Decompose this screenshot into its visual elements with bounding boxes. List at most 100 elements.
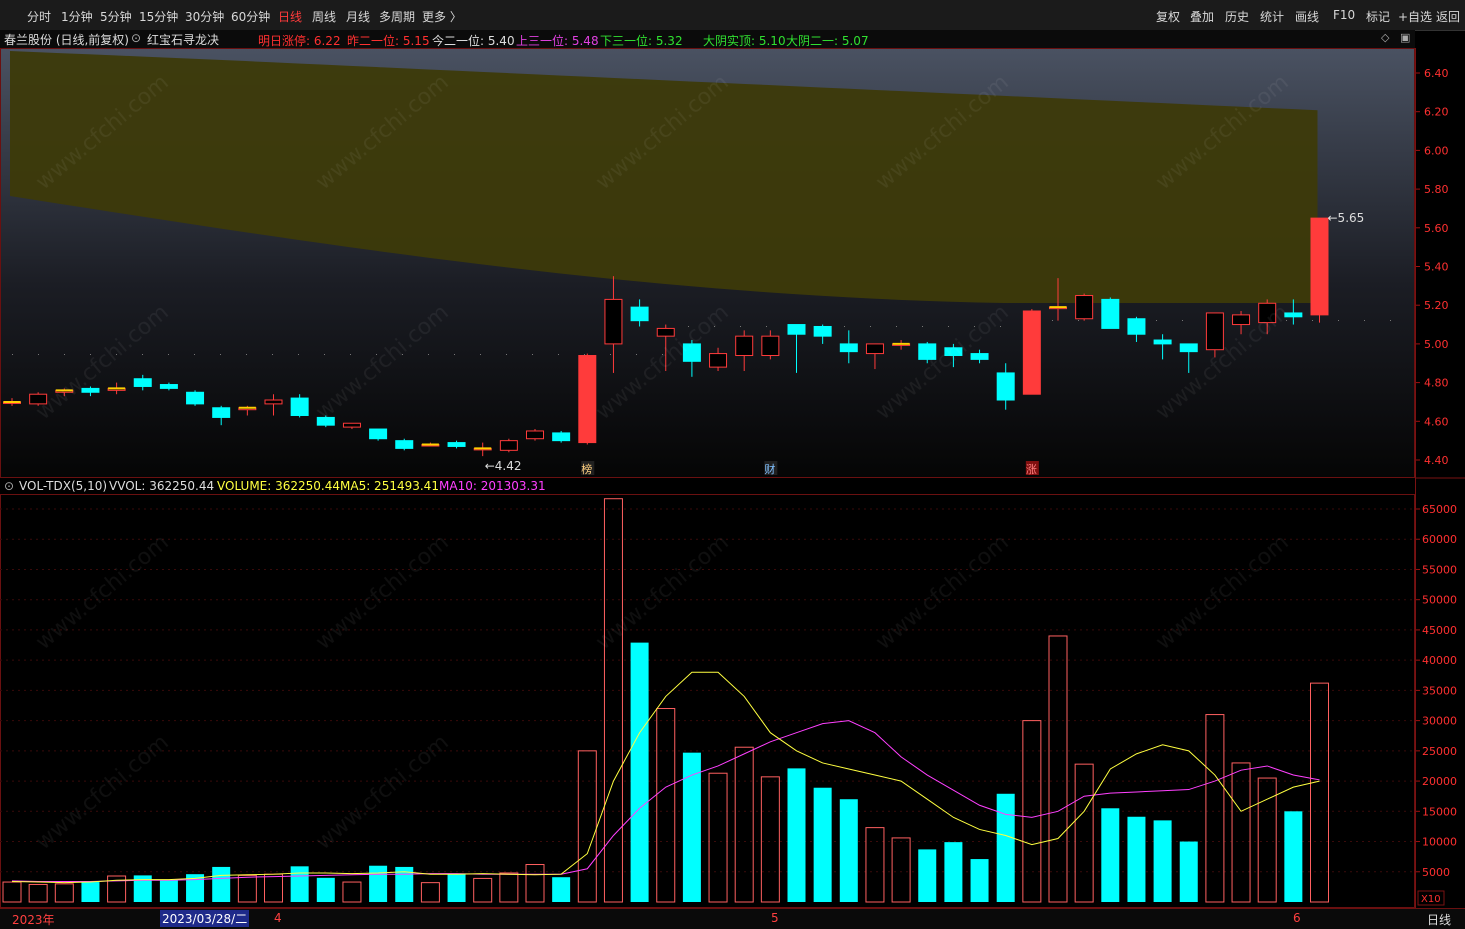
toolbar-right-3[interactable]: 统计 [1260,8,1284,25]
candlestick-chart[interactable]: ←4.42 ←5.65 榜 财 涨 [0,48,1415,478]
period-tab-8[interactable]: 月线 [346,8,370,25]
period-tab-2[interactable]: 5分钟 [100,8,132,25]
volume-tick-label: 15000 [1422,805,1457,818]
dot-mark [584,354,585,355]
candle-body [1258,302,1277,324]
period-tab-9[interactable]: 多周期 [379,8,415,25]
dot-mark [922,326,923,327]
volume-bar-36 [944,842,963,902]
candle-7[interactable] [186,390,205,406]
ma10-value: MA10: 201303.31 [439,479,546,493]
volume-bar-38 [996,793,1015,902]
toolbar-right-7[interactable]: +自选 [1398,8,1432,25]
volume-chart[interactable] [0,494,1415,908]
dot-mark [220,354,221,355]
volume-tick-label: 20000 [1422,775,1457,788]
dot-mark [376,354,377,355]
info-item-3: 上三一位: 5.48 [516,34,599,48]
toolbar-right-4[interactable]: 画线 [1295,8,1319,25]
dot-mark [1000,326,1001,327]
period-tab-3[interactable]: 15分钟 [139,8,178,25]
toolbar-right-5[interactable]: F10 [1333,8,1355,22]
candle-11[interactable] [290,394,309,418]
period-tab-6[interactable]: 日线 [278,8,302,25]
dot-mark [1052,320,1053,321]
candle-body [604,298,623,345]
candle-15[interactable] [395,438,414,451]
candle-body [682,343,701,362]
period-tab-10[interactable]: 更多 〉 [422,8,462,25]
candle-body [1153,339,1172,345]
month-4-label: 4 [274,911,282,925]
volume-toggle-icon[interactable]: ⊙ [4,479,14,493]
dot-mark [1338,320,1339,321]
candle-41[interactable] [1075,293,1094,321]
candle-20[interactable] [526,429,544,441]
indicator-toggle-icon[interactable]: ⊙ [131,31,141,45]
toolbar-right-2[interactable]: 历史 [1225,8,1249,25]
volume-bar-14 [369,865,388,902]
dot-mark [558,354,559,355]
volume-tick-label: 65000 [1422,503,1457,516]
toolbar-right-1[interactable]: 叠加 [1190,8,1214,25]
candle-body [970,353,989,360]
price-tick-label: 6.20 [1424,106,1449,119]
volume-bar-49 [1284,811,1303,902]
candle-1[interactable] [29,392,48,406]
candle-39[interactable] [1022,309,1041,395]
toolbar-right-0[interactable]: 复权 [1156,8,1180,25]
dot-mark [38,354,39,355]
volume-bar-42 [1101,808,1120,902]
period-label[interactable]: 日线 [1427,911,1451,928]
marker-1[interactable]: 财 [764,462,775,476]
candle-50[interactable] [1310,217,1329,323]
candle-19[interactable] [499,438,518,453]
toolbar-right-8[interactable]: 返回 [1436,8,1460,25]
price-tick-label: 5.40 [1424,261,1449,274]
marker-2[interactable]: 涨 [1026,463,1037,476]
candle-14[interactable] [369,428,388,441]
stock-name[interactable]: 春兰股份 (日线,前复权) [4,31,129,48]
dot-mark [1364,320,1365,321]
price-tick-label: 5.20 [1424,299,1449,312]
candle-body [656,327,675,337]
candle-body [1232,314,1251,326]
toolbar-right-6[interactable]: 标记 [1366,8,1390,25]
volume-indicator-name[interactable]: VOL-TDX(5,10) [19,479,107,493]
volume-tick-label: 10000 [1422,836,1457,849]
dot-mark [454,354,455,355]
period-tab-7[interactable]: 周线 [312,8,336,25]
dot-mark [1182,320,1183,321]
dot-mark [870,326,871,327]
dot-mark [1390,320,1391,321]
dot-mark [272,354,273,355]
candle-body [1022,310,1041,395]
volume-multiplier: X10 [1421,894,1441,905]
dot-mark [948,326,949,327]
volume-tick-label: 45000 [1422,624,1457,637]
dot-mark [740,326,741,327]
volume-bar-31 [813,787,832,902]
candle-42[interactable] [1101,297,1120,329]
candle-22[interactable] [578,353,597,445]
diamond-icon[interactable]: ◇ [1381,31,1389,44]
candle-21[interactable] [552,430,571,443]
candle-body [1127,318,1146,335]
marker-0[interactable]: 榜 [581,462,592,476]
volume-tick-label: 60000 [1422,533,1457,546]
dot-mark [532,354,533,355]
candle-body [212,407,231,418]
volume-bar-11 [290,866,309,902]
info-item-5: 大阴实顶: 5.10 [703,34,786,48]
candle-12[interactable] [316,415,335,428]
volume-tick-label: 50000 [1422,594,1457,607]
window-toggle-icon[interactable]: ▣ [1400,31,1410,44]
period-tab-1[interactable]: 1分钟 [61,8,93,25]
period-tab-0[interactable]: 分时 [27,8,51,25]
dot-mark [350,354,351,355]
month-5-label: 5 [771,911,779,925]
period-tab-4[interactable]: 30分钟 [185,8,224,25]
indicator-name[interactable]: 红宝石寻龙决 [147,31,219,48]
period-tab-5[interactable]: 60分钟 [231,8,270,25]
candle-body [186,391,205,405]
